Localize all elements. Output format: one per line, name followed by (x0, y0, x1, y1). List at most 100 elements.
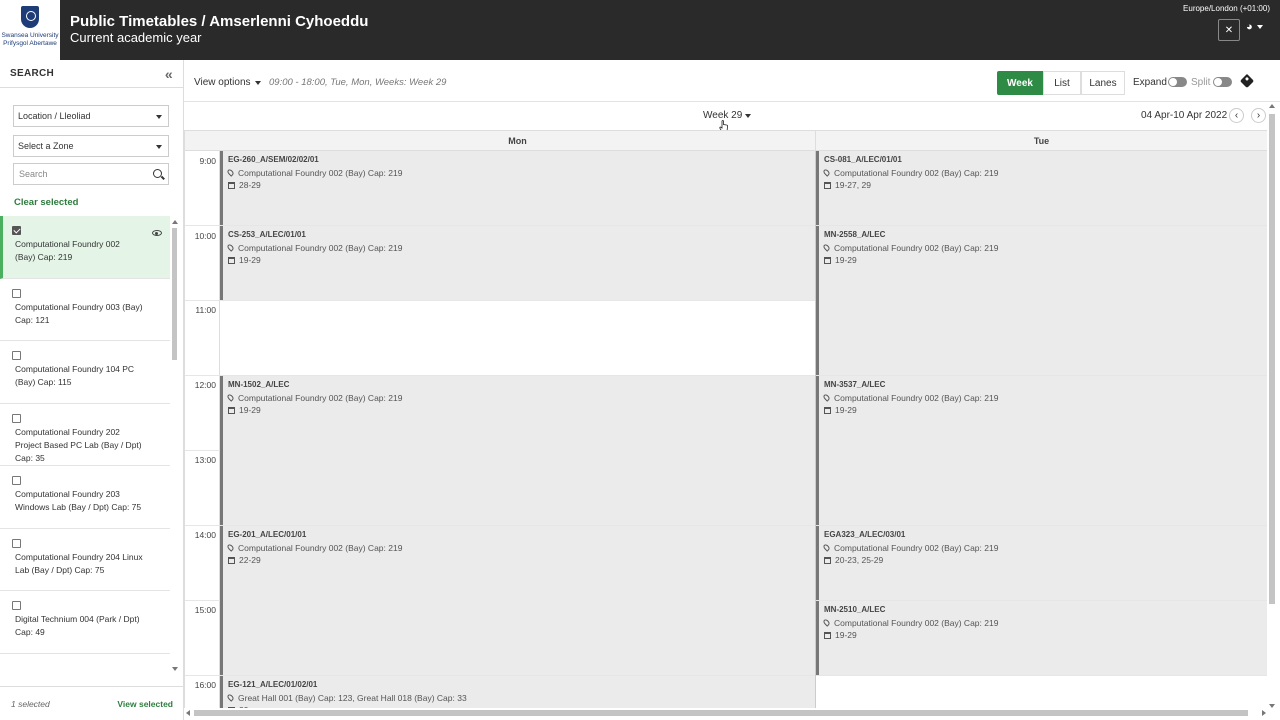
calendar-event[interactable]: EG-121_A/LEC/01/02/01 Great Hall 001 (Ba… (220, 676, 815, 708)
calendar-event[interactable]: CS-253_A/LEC/01/01 Computational Foundry… (220, 226, 815, 300)
time-label: 14:00 (194, 530, 216, 540)
calendar-event[interactable]: MN-2558_A/LEC Computational Foundry 002 … (816, 226, 1267, 375)
next-week-button[interactable]: › (1251, 108, 1266, 123)
scroll-thumb[interactable] (194, 710, 1248, 716)
calendar-toolbar: View options 09:00 - 18:00, Tue, Mon, We… (184, 60, 1280, 102)
checkbox[interactable] (12, 476, 21, 485)
scroll-up-icon[interactable] (1269, 104, 1275, 108)
calendar-icon (228, 256, 235, 264)
tab-list[interactable]: List (1043, 71, 1081, 95)
calendar-icon (824, 556, 831, 564)
excel-export-button[interactable]: ✕ (1218, 19, 1240, 41)
sidebar-header: SEARCH « (0, 60, 183, 88)
calendar-event[interactable]: CS-081_A/LEC/01/01 Computational Foundry… (816, 151, 1267, 225)
gutter-header (185, 131, 220, 151)
split-label: Split (1191, 77, 1211, 88)
calendar-event[interactable]: MN-2510_A/LEC Computational Foundry 002 … (816, 601, 1267, 675)
location-pin-icon (226, 693, 235, 702)
time-gutter: 9:00 10:00 11:00 12:00 13:00 14:00 15:00… (185, 131, 220, 708)
chevron-down-icon (1256, 25, 1263, 29)
selected-count: 1 selected (11, 698, 50, 709)
scroll-down-icon[interactable] (172, 667, 178, 671)
chevron-down-icon (156, 145, 162, 149)
tab-lanes[interactable]: Lanes (1081, 71, 1125, 95)
view-options-dropdown[interactable]: View options (194, 77, 261, 88)
checkbox[interactable] (12, 413, 21, 423)
expand-toggle[interactable] (1168, 77, 1187, 87)
time-label: 15:00 (194, 605, 216, 615)
list-item[interactable]: Computational Foundry 203 Windows Lab (B… (0, 466, 170, 529)
calendar-event[interactable]: EGA323_A/LEC/03/01 Computational Foundry… (816, 526, 1267, 600)
calendar-grid: 9:00 10:00 11:00 12:00 13:00 14:00 15:00… (184, 130, 1267, 708)
list-item[interactable]: Computational Foundry 104 PC (Bay) Cap: … (0, 341, 170, 404)
list-item[interactable]: Digital Technium 004 (Park / Dpt) Cap: 4… (0, 591, 170, 654)
zone-select[interactable]: Select a Zone (13, 135, 169, 157)
location-pin-icon (822, 168, 831, 177)
tab-week[interactable]: Week (997, 71, 1043, 95)
time-label: 16:00 (194, 680, 216, 690)
list-item[interactable]: Computational Foundry 003 (Bay) Cap: 121 (0, 279, 170, 341)
location-pin-icon (226, 543, 235, 552)
calendar-event[interactable]: MN-3537_A/LEC Computational Foundry 002 … (816, 376, 1267, 525)
excel-export-icon: ✕ (1224, 24, 1234, 36)
chevron-down-icon (156, 115, 162, 119)
checkbox[interactable] (12, 351, 21, 360)
calendar-horizontal-scrollbar[interactable] (186, 709, 1266, 717)
calendar-icon (824, 181, 831, 189)
checkbox[interactable] (12, 288, 21, 298)
time-label: 13:00 (194, 455, 216, 465)
checkbox[interactable] (12, 538, 21, 548)
calendar-event[interactable]: EG-201_A/LEC/01/01 Computational Foundry… (220, 526, 815, 675)
location-pin-icon (822, 393, 831, 402)
time-label: 10:00 (194, 231, 216, 241)
list-item[interactable]: Computational Foundry 202 Project Based … (0, 404, 170, 466)
sidebar-footer: 1 selected View selected (0, 686, 184, 720)
time-label: 11:00 (195, 305, 216, 315)
scroll-down-icon[interactable] (1269, 704, 1275, 708)
search-icon[interactable] (153, 169, 162, 178)
location-pin-icon (226, 168, 235, 177)
scroll-left-icon[interactable] (186, 710, 190, 716)
calendar-event[interactable]: MN-1502_A/LEC Computational Foundry 002 … (220, 376, 815, 525)
timezone-label: Europe/London (+01:00) (1183, 4, 1270, 13)
calendar-event[interactable]: EG-260_A/SEM/02/02/01 Computational Foun… (220, 151, 815, 225)
scroll-thumb[interactable] (172, 228, 177, 360)
location-list: Computational Foundry 002 (Bay) Cap: 219… (0, 216, 170, 671)
language-menu-button[interactable]: ◕ (1246, 21, 1263, 33)
day-column-mon: EG-260_A/SEM/02/02/01 Computational Foun… (220, 151, 816, 708)
chevron-down-icon (745, 113, 752, 118)
search-input[interactable]: Search (13, 163, 169, 185)
calendar-vertical-scrollbar[interactable] (1268, 104, 1276, 708)
logo-text: Swansea University Prifysgol Abertawe (1, 32, 59, 47)
calendar-icon (824, 631, 831, 639)
scroll-right-icon[interactable] (1262, 710, 1266, 716)
chevron-down-icon (254, 80, 261, 85)
expand-label: Expand (1133, 77, 1167, 88)
checkbox[interactable] (12, 601, 21, 610)
day-header-tue: Tue (816, 131, 1267, 151)
location-pin-icon (822, 243, 831, 252)
split-toggle[interactable] (1213, 77, 1232, 87)
calendar-icon (228, 706, 235, 708)
list-item[interactable]: Computational Foundry 002 (Bay) Cap: 219 (0, 216, 170, 279)
scroll-up-icon[interactable] (172, 220, 178, 224)
location-select[interactable]: Location / Lleoliad (13, 105, 169, 127)
scroll-thumb[interactable] (1269, 114, 1275, 604)
clear-selected-link[interactable]: Clear selected (14, 197, 78, 208)
calendar-icon (824, 406, 831, 414)
view-selected-link[interactable]: View selected (117, 699, 173, 709)
page-title: Public Timetables / Amserlenni Cyhoeddu (70, 13, 369, 30)
tag-icon[interactable] (1239, 73, 1255, 89)
eye-icon[interactable] (152, 230, 162, 236)
sidebar-scrollbar[interactable] (171, 220, 178, 671)
shield-icon (21, 6, 39, 28)
calendar-icon (824, 256, 831, 264)
calendar-icon (228, 556, 235, 564)
list-item[interactable]: Computational Foundry 204 Linux Lab (Bay… (0, 529, 170, 591)
day-header-mon: Mon (220, 131, 816, 151)
collapse-sidebar-icon[interactable]: « (165, 66, 173, 82)
search-sidebar: SEARCH « Location / Lleoliad Select a Zo… (0, 60, 184, 720)
university-logo[interactable]: Swansea University Prifysgol Abertawe (0, 0, 60, 60)
previous-week-button[interactable]: ‹ (1229, 108, 1244, 123)
checkbox[interactable] (12, 226, 21, 235)
